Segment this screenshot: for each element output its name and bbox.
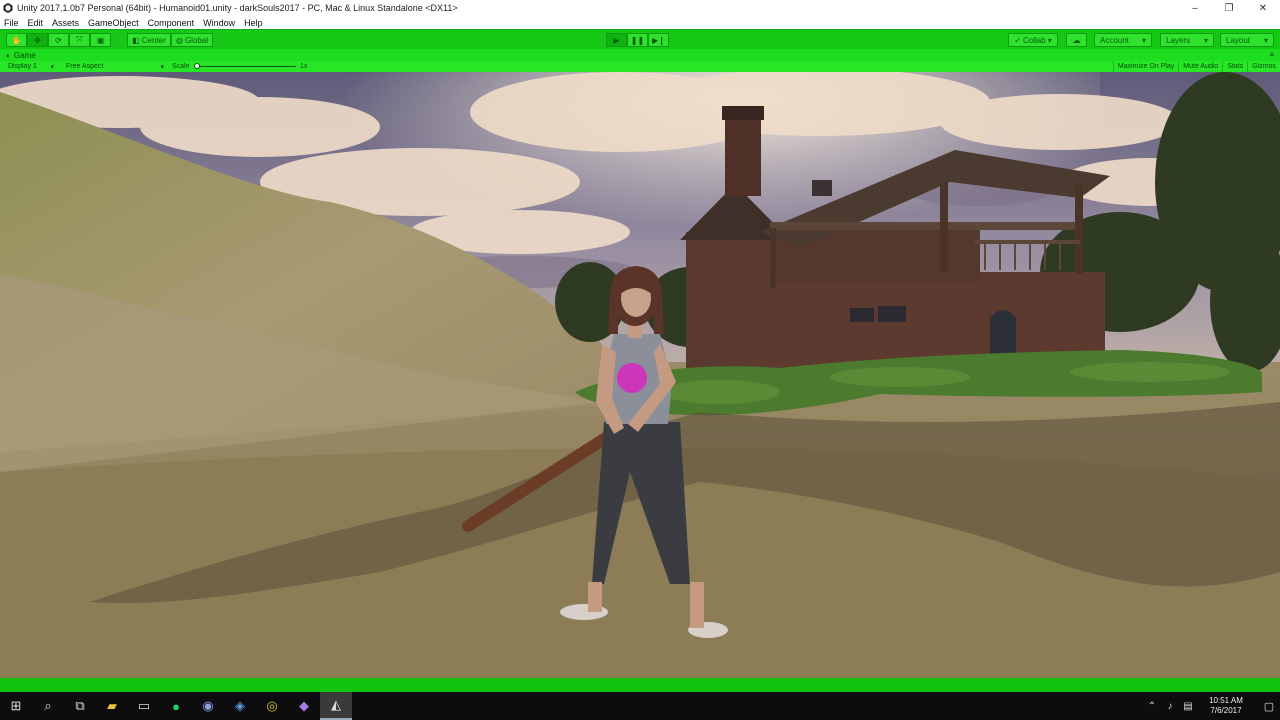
taskbar-terminal[interactable]: ▭	[128, 692, 160, 720]
chevron-up-icon[interactable]: ⌃	[1144, 701, 1160, 712]
pause-icon: ❚❚	[630, 35, 645, 45]
rect-icon: ▣	[96, 35, 105, 45]
menu-bar: File Edit Assets GameObject Component Wi…	[0, 16, 1280, 29]
visual-studio-icon: ◆	[299, 698, 309, 713]
terminal-icon: ▭	[137, 698, 151, 713]
spotify-icon: ●	[172, 698, 180, 714]
minimize-button[interactable]: –	[1178, 0, 1212, 16]
rotate-icon: ⟳	[55, 35, 62, 45]
globe-icon: ◍	[175, 35, 183, 45]
game-controller-icon: ◐	[6, 50, 11, 60]
search-button[interactable]: ⌕	[32, 692, 64, 720]
chevron-down-icon: ▾	[1141, 35, 1146, 45]
search-icon: ⌕	[44, 698, 52, 713]
scale-tool-button[interactable]: ⤧	[69, 33, 90, 47]
mail-icon: ◈	[235, 698, 245, 713]
system-tray: ⌃ ♪ ▤ 10:51 AM 7/6/2017 ▢	[1144, 692, 1280, 720]
play-button[interactable]: ▶	[606, 33, 627, 47]
menu-window[interactable]: Window	[203, 18, 235, 28]
taskbar-unity[interactable]: ◭	[320, 692, 352, 720]
check-icon: ✓	[1014, 35, 1021, 45]
game-viewport[interactable]	[0, 72, 1280, 678]
unity-logo-icon	[3, 3, 13, 13]
taskbar-spotify[interactable]: ●	[160, 692, 192, 720]
windows-taskbar: ⊞ ⌕ ⧉ ▰ ▭ ● ◉ ◈ ◎ ◆ ◭ ⌃ ♪ ▤ 10:51 AM 7/6…	[0, 692, 1280, 720]
scale-label: Scale	[172, 63, 190, 70]
menu-help[interactable]: Help	[244, 18, 263, 28]
menu-gameobject[interactable]: GameObject	[88, 18, 139, 28]
task-view-button[interactable]: ⧉	[64, 692, 96, 720]
taskbar-file-explorer[interactable]: ▰	[96, 692, 128, 720]
menu-component[interactable]: Component	[148, 18, 195, 28]
volume-icon[interactable]: ♪	[1162, 701, 1178, 712]
menu-file[interactable]: File	[4, 18, 19, 28]
chevron-down-icon: ▾	[1263, 35, 1268, 45]
taskbar-visual-studio[interactable]: ◆	[288, 692, 320, 720]
account-dropdown[interactable]: Account ▾	[1094, 33, 1152, 47]
maximize-button[interactable]: ❐	[1212, 0, 1246, 16]
scale-slider-handle[interactable]	[194, 63, 200, 69]
maximize-on-play-toggle[interactable]: Maximize On Play	[1112, 61, 1178, 72]
clock-time: 10:51 AM	[1209, 696, 1243, 705]
tab-menu-icon[interactable]: ≡	[1269, 50, 1274, 59]
move-icon: ✥	[34, 35, 41, 45]
display-dropdown[interactable]: Display 1 ▾	[4, 62, 58, 71]
game-tab-bar: ◐ Game ≡	[0, 49, 1280, 61]
network-icon[interactable]: ▤	[1180, 701, 1196, 712]
hand-icon: ✋	[11, 35, 22, 45]
tab-game[interactable]: ◐ Game	[0, 51, 36, 60]
start-button[interactable]: ⊞	[0, 692, 32, 720]
rect-tool-button[interactable]: ▣	[90, 33, 111, 47]
chevron-down-icon: ▾	[1203, 35, 1208, 45]
taskbar-discord[interactable]: ◉	[192, 692, 224, 720]
folder-icon: ▰	[107, 698, 117, 713]
taskbar-chrome[interactable]: ◎	[256, 692, 288, 720]
cloud-icon: ☁	[1072, 35, 1081, 45]
scale-icon: ⤧	[76, 35, 83, 44]
chevron-down-icon: ▾	[1047, 35, 1052, 45]
collab-dropdown[interactable]: ✓ Collab ▾	[1008, 33, 1058, 47]
game-scene	[0, 72, 1280, 678]
chevron-down-icon: ▾	[50, 63, 54, 71]
scale-value: 1x	[300, 63, 308, 70]
gizmos-dropdown[interactable]: Gizmos	[1247, 61, 1280, 72]
menu-edit[interactable]: Edit	[28, 18, 44, 28]
unity-icon: ◭	[331, 697, 341, 712]
taskbar-clock[interactable]: 10:51 AM 7/6/2017	[1202, 696, 1250, 716]
pivot-mode-button[interactable]: ◧ Center	[127, 33, 171, 47]
scale-slider-track[interactable]	[196, 66, 296, 67]
step-icon: ▶❙	[652, 35, 665, 45]
play-icon: ▶	[613, 35, 620, 45]
menu-assets[interactable]: Assets	[52, 18, 79, 28]
clock-date: 7/6/2017	[1210, 706, 1242, 715]
window-title: Unity 2017.1.0b7 Personal (64bit) - Huma…	[17, 3, 458, 13]
game-view-controls: Display 1 ▾ Free Aspect ▾ Scale 1x Maxim…	[0, 61, 1280, 72]
window-title-bar: Unity 2017.1.0b7 Personal (64bit) - Huma…	[0, 0, 1280, 16]
discord-icon: ◉	[202, 698, 214, 713]
pivot-space-button[interactable]: ◍ Global	[171, 33, 213, 47]
stats-toggle[interactable]: Stats	[1222, 61, 1247, 72]
aspect-dropdown[interactable]: Free Aspect ▾	[62, 62, 168, 71]
pause-button[interactable]: ❚❚	[627, 33, 648, 47]
step-button[interactable]: ▶❙	[648, 33, 669, 47]
cloud-button[interactable]: ☁	[1066, 33, 1087, 47]
rotate-tool-button[interactable]: ⟳	[48, 33, 69, 47]
notifications-icon[interactable]: ▢	[1258, 700, 1280, 713]
chevron-down-icon: ▾	[160, 63, 164, 71]
chrome-icon: ◎	[266, 698, 278, 713]
layout-dropdown[interactable]: Layout ▾	[1220, 33, 1274, 47]
mute-audio-toggle[interactable]: Mute Audio	[1178, 61, 1222, 72]
pivot-icon: ◧	[132, 35, 140, 45]
taskbar-mail[interactable]: ◈	[224, 692, 256, 720]
move-tool-button[interactable]: ✥	[27, 33, 48, 47]
main-toolbar: ✋ ✥ ⟳ ⤧ ▣ ◧ Center ◍ Global ▶ ❚❚ ▶❙ ✓ Co…	[0, 29, 1280, 49]
close-button[interactable]: ✕	[1246, 0, 1280, 16]
layers-dropdown[interactable]: Layers ▾	[1160, 33, 1214, 47]
status-bar	[0, 678, 1280, 692]
hand-tool-button[interactable]: ✋	[6, 33, 27, 47]
task-view-icon: ⧉	[75, 698, 85, 713]
windows-logo-icon: ⊞	[10, 698, 22, 713]
